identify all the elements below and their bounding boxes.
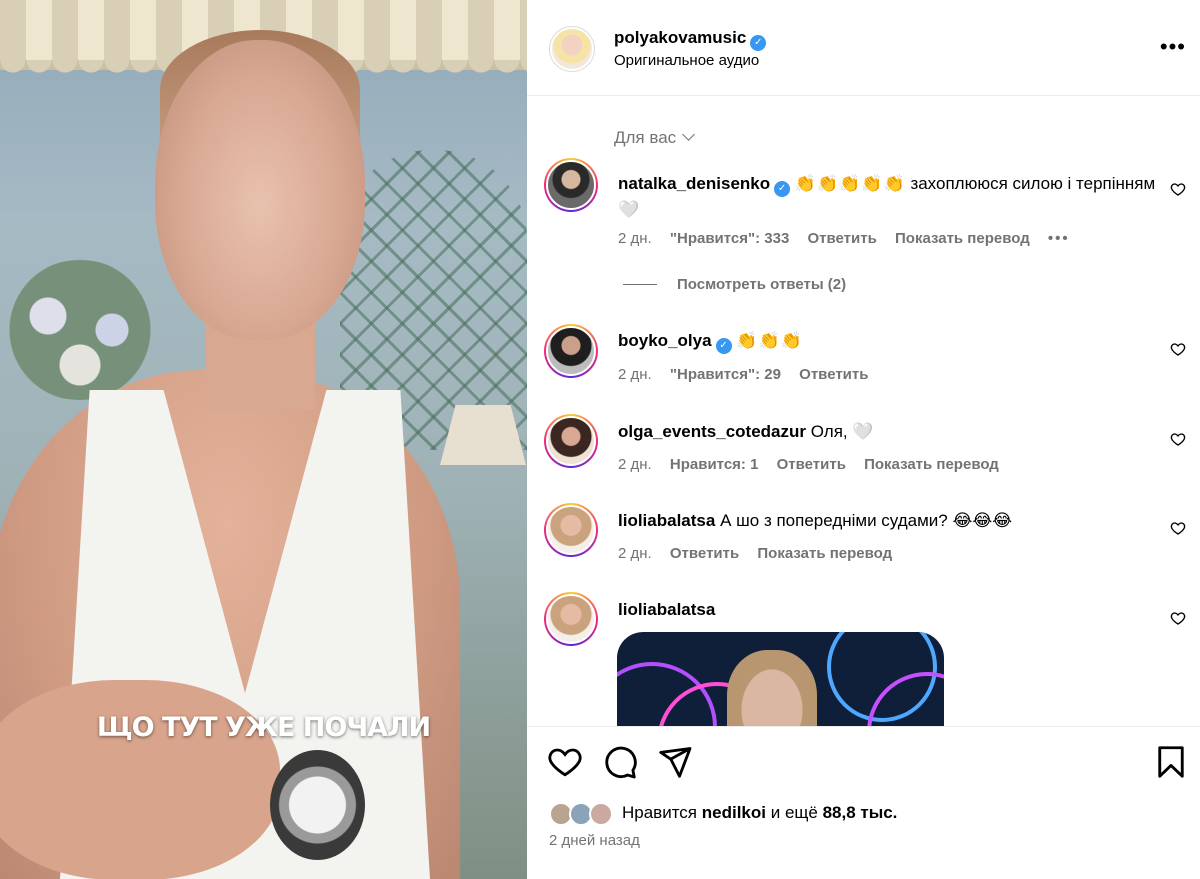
comment-likes[interactable]: "Нравится": 29 [670, 366, 781, 383]
comment-avatar[interactable] [544, 503, 598, 557]
comments-filter-dropdown[interactable]: Для вас [614, 128, 696, 148]
comment-like-heart-icon[interactable] [1170, 181, 1186, 197]
comment-avatar[interactable] [544, 158, 598, 212]
comment-text: Оля, 🤍 [810, 422, 874, 441]
audio-label[interactable]: Оригинальное аудио [614, 52, 759, 69]
translate-button[interactable]: Показать перевод [895, 230, 1030, 247]
wristwatch [270, 750, 365, 860]
comment-meta: 2 дн. Нравится: 1 Ответить Показать пере… [618, 456, 1013, 473]
reply-button[interactable]: Ответить [777, 456, 846, 473]
comment-avatar[interactable] [544, 592, 598, 646]
comment-username[interactable]: boyko_olya [618, 331, 712, 350]
post-header: polyakovamusic ✓ Оригинальное аудио ••• [527, 0, 1200, 96]
translate-button[interactable]: Показать перевод [864, 456, 999, 473]
comment-like-heart-icon[interactable] [1170, 520, 1186, 536]
comment-text: А шо з попередніми судами? 😂😂😂 [720, 511, 1013, 530]
translate-button[interactable]: Показать перевод [757, 545, 892, 562]
verified-badge-icon: ✓ [774, 181, 791, 197]
liker-username[interactable]: nedilkoi [702, 803, 766, 822]
comment-time[interactable]: 2 дн. [618, 545, 652, 562]
reel-video[interactable]: ЩО ТУТ УЖЕ ПОЧАЛИ [0, 0, 527, 879]
reply-button[interactable]: Ответить [799, 366, 868, 383]
comments-filter-label: Для вас [614, 128, 677, 147]
comment-avatar[interactable] [544, 414, 598, 468]
background-flowers [0, 260, 160, 400]
liker-avatar [589, 802, 613, 826]
comment-likes[interactable]: "Нравится": 333 [670, 230, 789, 247]
comment-likes[interactable]: Нравится: 1 [670, 456, 759, 473]
chevron-down-icon [682, 128, 696, 141]
comment-meta: 2 дн. "Нравится": 29 Ответить [618, 366, 882, 383]
person-face [155, 40, 365, 340]
likes-text: Нравится nedilkoi и ещё 88,8 тыс. [622, 803, 897, 823]
comment-text-block: olga_events_cotedazur Оля, 🤍 [618, 419, 1158, 445]
post-date[interactable]: 2 дней назад [549, 832, 640, 849]
comment-like-heart-icon[interactable] [1170, 431, 1186, 447]
view-replies-button[interactable]: Посмотреть ответы (2) [623, 276, 846, 293]
comment-image-attachment[interactable] [617, 632, 944, 727]
comment-time[interactable]: 2 дн. [618, 456, 652, 473]
comment-text-block: lioliabalatsa А шо з попередніми судами?… [618, 508, 1158, 534]
comment-username[interactable]: natalka_denisenko [618, 174, 770, 193]
attachment-person [727, 650, 817, 727]
person-hand [0, 680, 280, 879]
video-caption: ЩО ТУТ УЖЕ ПОЧАЛИ [96, 712, 431, 743]
comment-username[interactable]: lioliabalatsa [618, 511, 715, 530]
comment-like-heart-icon[interactable] [1170, 341, 1186, 357]
replies-line [623, 284, 657, 285]
comment-text-block: lioliabalatsa [618, 597, 1158, 623]
verified-badge-icon: ✓ [715, 338, 732, 354]
owner-avatar[interactable] [549, 26, 595, 72]
comment-text-block: natalka_denisenko ✓ 👏👏👏👏👏 захоплююся сило… [618, 171, 1158, 223]
comment-username[interactable]: olga_events_cotedazur [618, 422, 806, 441]
bookmark-icon[interactable] [1153, 744, 1189, 780]
comment-time[interactable]: 2 дн. [618, 230, 652, 247]
verified-badge-icon: ✓ [750, 34, 767, 51]
more-options-icon[interactable]: ••• [1160, 34, 1186, 60]
comment-meta: 2 дн. "Нравится": 333 Ответить Показать … [618, 230, 1084, 247]
share-icon[interactable] [657, 744, 693, 780]
action-bar [527, 744, 1200, 784]
comment-more-icon[interactable]: ••• [1048, 230, 1070, 247]
comment-username[interactable]: lioliabalatsa [618, 600, 715, 619]
view-replies-label: Посмотреть ответы (2) [677, 276, 847, 293]
comment-avatar[interactable] [544, 324, 598, 378]
comment-emoji: 👏👏👏 [736, 331, 803, 350]
comment-icon[interactable] [602, 744, 638, 780]
comment-time[interactable]: 2 дн. [618, 366, 652, 383]
comment-meta: 2 дн. Ответить Показать перевод [618, 545, 906, 562]
heart-icon[interactable] [547, 744, 583, 780]
comment-like-heart-icon[interactable] [1170, 610, 1186, 626]
owner-username[interactable]: polyakovamusic [614, 28, 746, 47]
likes-prefix: Нравится [622, 803, 698, 822]
reply-button[interactable]: Ответить [808, 230, 877, 247]
likes-count[interactable]: 88,8 тыс. [823, 803, 898, 822]
comment-text-block: boyko_olya ✓ 👏👏👏 [618, 328, 1158, 354]
actions-divider [527, 726, 1200, 727]
liker-avatars [549, 802, 619, 826]
likes-suffix: и ещё [770, 803, 818, 822]
owner-username-row[interactable]: polyakovamusic ✓ [614, 28, 767, 51]
comment-emoji: 👏👏👏👏👏 [794, 174, 906, 193]
reply-button[interactable]: Ответить [670, 545, 739, 562]
